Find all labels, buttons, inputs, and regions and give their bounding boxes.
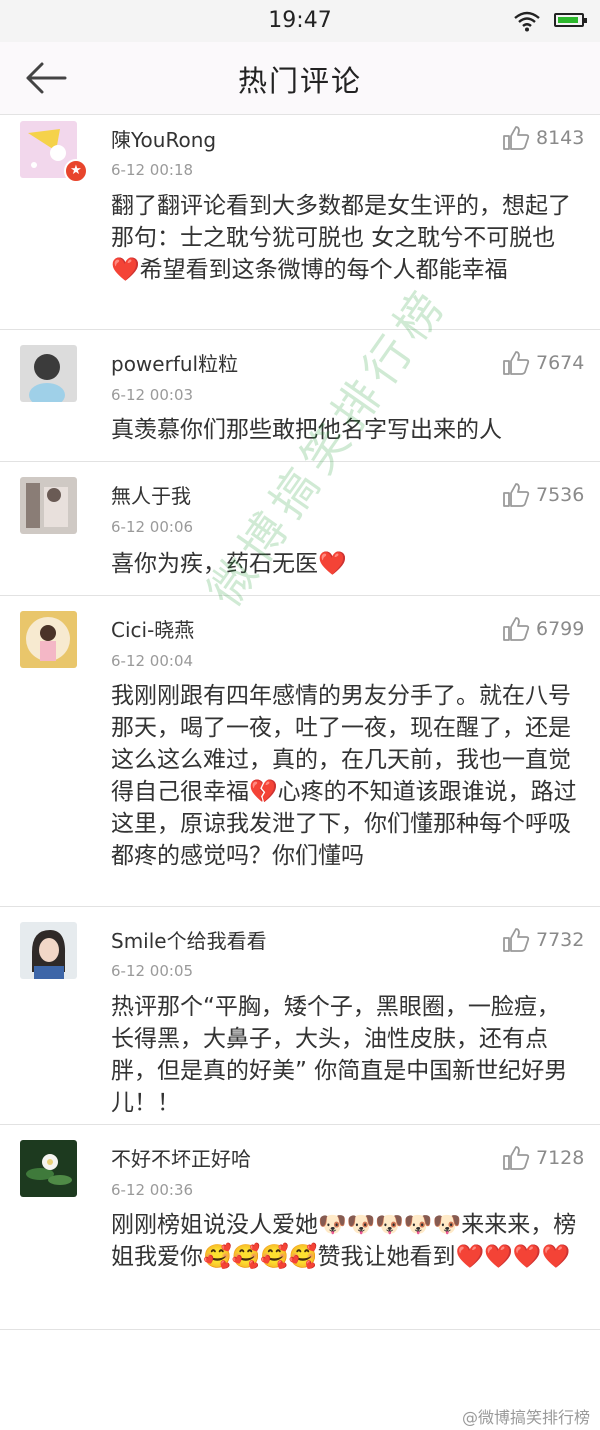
comment-text: 真羡慕你们那些敢把他名字写出来的人 bbox=[111, 417, 502, 443]
like-button[interactable]: 6799 bbox=[500, 614, 590, 644]
footer-watermark: @微博搞笑排行榜 bbox=[462, 1408, 591, 1427]
like-count: 7674 bbox=[536, 352, 585, 374]
like-count: 8143 bbox=[536, 127, 585, 149]
comment-time: 6-12 00:18 bbox=[111, 161, 194, 179]
comment-text: 翻了翻评论看到大多数都是女生评的，想起了那句：士之耽兮犹可脱也 女之耽兮不可脱也… bbox=[111, 193, 571, 283]
status-bar: 19:47 bbox=[0, 0, 600, 42]
comment-text: 我刚刚跟有四年感情的男友分手了。就在八号那天，喝了一夜，吐了一夜，现在醒了，还是… bbox=[111, 683, 577, 869]
comment-item: ★ 陳YouRong 6-12 00:18 8143 翻了翻评论看到大多数都是女… bbox=[0, 115, 600, 330]
avatar[interactable] bbox=[20, 477, 77, 534]
comment-time: 6-12 00:06 bbox=[111, 518, 194, 536]
comment-text: 热评那个“平胸，矮个子，黑眼圈，一脸痘，长得黑，大鼻子，大头，油性皮肤，还有点胖… bbox=[111, 994, 568, 1116]
avatar[interactable] bbox=[20, 922, 77, 979]
avatar[interactable] bbox=[20, 611, 77, 668]
comment-username[interactable]: 無人于我 bbox=[111, 480, 191, 509]
wifi-icon bbox=[514, 11, 540, 32]
comment-text: 喜你为疾，药石无医❤️ bbox=[111, 551, 347, 577]
comment-item: Cici-晓燕 6-12 00:04 6799 我刚刚跟有四年感情的男友分手了。… bbox=[0, 596, 600, 907]
comment-username[interactable]: 陳YouRong bbox=[111, 124, 216, 153]
thumbs-up-icon bbox=[503, 1146, 530, 1170]
like-button[interactable]: 7536 bbox=[500, 480, 590, 510]
verified-badge-icon: ★ bbox=[64, 159, 88, 183]
thumbs-up-icon bbox=[503, 928, 530, 952]
thumbs-up-icon bbox=[503, 351, 530, 375]
nav-bar: 热门评论 bbox=[0, 42, 600, 115]
comment-username[interactable]: Cici-晓燕 bbox=[111, 614, 194, 643]
comment-item: powerful粒粒 6-12 00:03 7674 真羡慕你们那些敢把他名字写… bbox=[0, 330, 600, 462]
like-count: 7128 bbox=[536, 1147, 585, 1169]
comment-item: 不好不坏正好哈 6-12 00:36 7128 刚刚榜姐说没人爱她🐶🐶🐶🐶🐶来来… bbox=[0, 1125, 600, 1330]
page-title: 热门评论 bbox=[237, 64, 362, 98]
comment-item: 無人于我 6-12 00:06 7536 喜你为疾，药石无医❤️ bbox=[0, 462, 600, 596]
battery-icon bbox=[554, 13, 587, 27]
avatar[interactable] bbox=[20, 345, 77, 402]
comment-username[interactable]: 不好不坏正好哈 bbox=[111, 1143, 251, 1172]
comment-time: 6-12 00:05 bbox=[111, 962, 194, 980]
comment-username[interactable]: Smile个给我看看 bbox=[111, 925, 267, 954]
like-count: 7536 bbox=[536, 484, 585, 506]
like-button[interactable]: 7674 bbox=[500, 348, 590, 378]
like-button[interactable]: 8143 bbox=[500, 123, 590, 153]
comment-text: 刚刚榜姐说没人爱她🐶🐶🐶🐶🐶来来来，榜姐我爱你🥰🥰🥰🥰赞我让她看到❤️❤️❤️❤… bbox=[111, 1212, 577, 1270]
thumbs-up-icon bbox=[503, 617, 530, 641]
like-count: 7732 bbox=[536, 929, 585, 951]
comment-time: 6-12 00:36 bbox=[111, 1181, 194, 1199]
comment-time: 6-12 00:03 bbox=[111, 386, 194, 404]
status-time: 19:47 bbox=[268, 8, 332, 33]
like-button[interactable]: 7732 bbox=[500, 925, 590, 955]
like-count: 6799 bbox=[536, 618, 585, 640]
comment-username[interactable]: powerful粒粒 bbox=[111, 348, 238, 377]
comment-time: 6-12 00:04 bbox=[111, 652, 194, 670]
avatar[interactable] bbox=[20, 1140, 77, 1197]
thumbs-up-icon bbox=[503, 483, 530, 507]
thumbs-up-icon bbox=[503, 126, 530, 150]
comment-item: Smile个给我看看 6-12 00:05 7732 热评那个“平胸，矮个子，黑… bbox=[0, 907, 600, 1125]
like-button[interactable]: 7128 bbox=[500, 1143, 590, 1173]
